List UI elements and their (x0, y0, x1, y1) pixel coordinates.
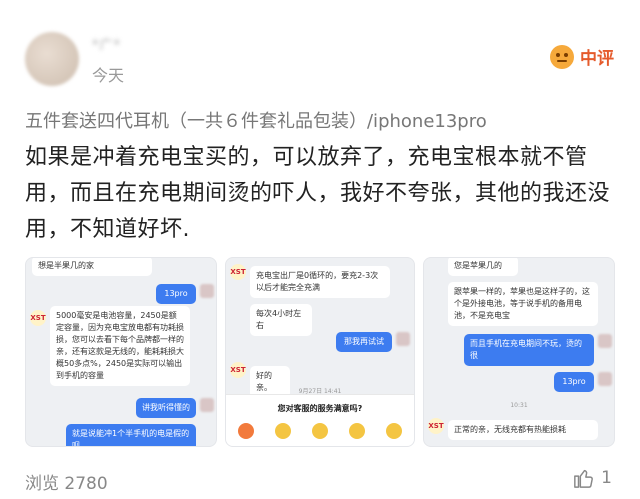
shop-logo: XST (230, 264, 246, 280)
review-date: 今天 (92, 66, 125, 85)
thumbs-up-icon (574, 469, 594, 488)
survey-title: 您对客服的服务满意吗? (277, 404, 363, 413)
review-photos: 想是半果几的家 13pro XST 5000毫安是电池容量，2450是额定容量，… (25, 257, 615, 447)
chat-bubble: 您是苹果几的 (448, 258, 518, 276)
chat-bubble: 13pro (554, 372, 594, 392)
angry-face-icon (238, 423, 254, 439)
chat-bubble: 13pro (156, 284, 196, 304)
neutral-face-icon (312, 423, 328, 439)
review-footer: 浏览 2780 1 (0, 465, 640, 499)
chat-bubble: 充电宝出厂是0循环的，要充2-3次以后才能完全充满 (250, 266, 390, 298)
chat-bubble: 每次4小时左右 (250, 304, 312, 336)
rating-label: 中评 (580, 49, 614, 69)
avatar (598, 372, 612, 386)
frown-face-icon (550, 44, 574, 69)
rating-badge: 中评 (550, 44, 614, 69)
chat-bubble: 讲我听得懂的 (136, 398, 196, 418)
review-photo-3[interactable]: 您是苹果几的 跟苹果一样的，苹果也是这样子的，这个是外接电池，等于说手机的备用电… (423, 257, 615, 447)
chat-bubble: 就是说能冲1个半手机的电是假的呗 (66, 424, 196, 446)
chat-bubble: 跟苹果一样的，苹果也是这样子的，这个是外接电池，等于说手机的备用电池，不是充电宝 (448, 282, 598, 326)
shop-logo: XST (428, 418, 444, 434)
avatar[interactable] (25, 32, 79, 86)
satisfaction-survey: 您对客服的服务满意吗? (226, 394, 414, 446)
chat-bubble: 正常的亲，无线充都有热能损耗 (448, 420, 598, 440)
like-count: 1 (601, 468, 612, 488)
like-button[interactable]: 1 (573, 467, 612, 489)
sad-face-icon (275, 423, 291, 439)
chat-bubble: 5000毫安是电池容量，2450是额定容量，因为充电宝放电都有功耗损损，您可以去… (50, 306, 190, 386)
shop-logo: XST (30, 310, 46, 326)
chat-bubble: 想是半果几的家 (32, 258, 152, 276)
view-count: 浏览 2780 (25, 474, 108, 494)
product-variant: 五件套送四代耳机（一共６件套礼品包装）/iphone13pro (25, 111, 487, 132)
avatar (598, 334, 612, 348)
avatar (200, 284, 214, 298)
chat-bubble: 那我再试试 (336, 332, 392, 352)
avatar (200, 398, 214, 412)
review-photo-2[interactable]: XST 充电宝出厂是0循环的，要充2-3次以后才能完全充满 每次4小时左右 那我… (225, 257, 415, 447)
review-photo-1[interactable]: 想是半果几的家 13pro XST 5000毫安是电池容量，2450是额定容量，… (25, 257, 217, 447)
smile-face-icon (349, 423, 365, 439)
happy-face-icon (386, 423, 402, 439)
survey-emojis (238, 423, 402, 439)
avatar (396, 332, 410, 346)
shop-logo: XST (230, 362, 246, 378)
review-text: 如果是冲着充电宝买的，可以放弃了，充电宝根本就不管用，而且在充电期间烫的吓人，我… (25, 145, 611, 242)
review-header: *广* 今天 中评 (0, 0, 640, 100)
chat-bubble: 而且手机在充电期间不玩，烫的很 (464, 334, 594, 366)
username[interactable]: *广* (92, 34, 121, 53)
timestamp: 10:31 (510, 402, 528, 409)
